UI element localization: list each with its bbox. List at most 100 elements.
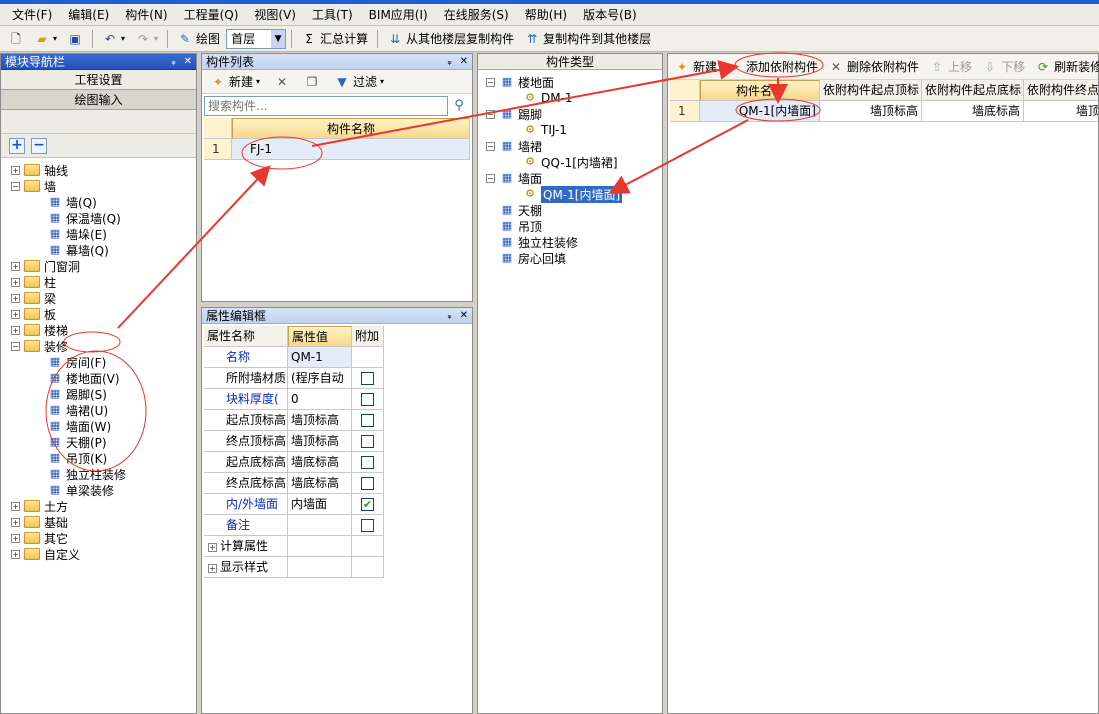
menu-online[interactable]: 在线服务(S)	[436, 5, 517, 25]
nav-tree-folder[interactable]: + 门窗洞	[11, 258, 80, 274]
open-button[interactable]: ▰ ▾	[30, 28, 61, 50]
menu-help[interactable]: 帮助(H)	[517, 5, 575, 25]
nav-tree-item[interactable]: ▦ 楼地面(V)	[47, 370, 120, 386]
attach-checkbox[interactable]	[361, 372, 374, 385]
type-tree-item[interactable]: ⚙ DM-1	[522, 90, 573, 106]
nav-tree-item[interactable]: ▦ 单梁装修	[47, 482, 114, 498]
move-down-button[interactable]: ⇩ 下移	[978, 56, 1029, 78]
nav-tree-item[interactable]: ▦ 踢脚(S)	[47, 386, 107, 402]
nav-tree-item[interactable]: ▦ 墙面(W)	[47, 418, 111, 434]
collapse-icon[interactable]: −	[486, 109, 495, 119]
floor-select[interactable]: 首层 ▼	[226, 28, 287, 49]
type-tree-group[interactable]: ▦ 天棚	[486, 202, 542, 218]
nav-tree-folder[interactable]: + 梁	[11, 290, 56, 306]
nav-tree-folder[interactable]: − 装修	[11, 338, 68, 354]
expand-icon[interactable]: +	[11, 501, 20, 511]
collapse-icon[interactable]: −	[486, 141, 495, 151]
property-value[interactable]: QM-1	[288, 347, 352, 368]
collapse-icon[interactable]: −	[11, 341, 20, 351]
menu-edit[interactable]: 编辑(E)	[60, 5, 117, 25]
property-value[interactable]: 墙顶标高	[288, 410, 352, 431]
property-value[interactable]: 内墙面	[288, 494, 352, 515]
nav-tree-item[interactable]: ▦ 墙裙(U)	[47, 402, 108, 418]
collapse-icon[interactable]: −	[486, 77, 495, 87]
collapse-icon[interactable]: −	[486, 173, 495, 183]
close-icon[interactable]: ✕	[184, 56, 192, 67]
attach-checkbox[interactable]	[361, 393, 374, 406]
attached-start-bottom-value[interactable]: 墙底标高	[922, 101, 1024, 122]
pin-icon[interactable]: ᵩ	[447, 56, 451, 67]
menu-file[interactable]: 文件(F)	[4, 5, 60, 25]
nav-tree-folder[interactable]: + 板	[11, 306, 56, 322]
close-icon[interactable]: ✕	[460, 56, 468, 67]
component-row-name[interactable]: FJ-1	[232, 139, 470, 160]
attach-checkbox[interactable]	[361, 414, 374, 427]
nav-tree-item[interactable]: ▦ 吊顶(K)	[47, 450, 107, 466]
attached-end-top-value[interactable]: 墙顶	[1024, 101, 1098, 122]
delete-component-button[interactable]: ✕	[270, 71, 294, 93]
save-button[interactable]: ▣	[63, 28, 87, 50]
expand-icon[interactable]: +	[11, 277, 20, 287]
attached-component-name[interactable]: QM-1[内墙面]	[700, 101, 820, 122]
property-value[interactable]: 0	[288, 389, 352, 410]
menu-version[interactable]: 版本号(B)	[575, 5, 645, 25]
expand-icon[interactable]: +	[11, 309, 20, 319]
nav-tree-item[interactable]: ▦ 保温墙(Q)	[47, 210, 121, 226]
type-tree-item[interactable]: ⚙ TIJ-1	[522, 122, 567, 138]
expand-icon[interactable]: +	[208, 564, 217, 573]
expand-icon[interactable]: +	[11, 517, 20, 527]
nav-tree-item[interactable]: ▦ 墙(Q)	[47, 194, 97, 210]
project-settings-button[interactable]: 工程设置	[1, 70, 196, 90]
refresh-decoration-button[interactable]: ⟳ 刷新装修图	[1031, 56, 1099, 78]
pin-icon[interactable]: ᵩ	[447, 310, 451, 321]
expand-all-button[interactable]: +	[9, 137, 25, 154]
menu-view[interactable]: 视图(V)	[246, 5, 304, 25]
type-tree-group[interactable]: − ▦ 踢脚	[486, 106, 542, 122]
property-value[interactable]: 墙底标高	[288, 452, 352, 473]
attach-checkbox[interactable]	[361, 477, 374, 490]
attach-checkbox[interactable]: ✔	[361, 498, 374, 511]
copy-component-button[interactable]: ❐	[300, 71, 324, 93]
copy-to-floor-button[interactable]: ⇈ 复制构件到其他楼层	[520, 28, 655, 50]
nav-tree-item[interactable]: ▦ 天棚(P)	[47, 434, 107, 450]
nav-tree-item[interactable]: ▦ 幕墙(Q)	[47, 242, 109, 258]
expand-icon[interactable]: +	[11, 261, 20, 271]
redo-button[interactable]: ↷ ▾	[131, 28, 162, 50]
attach-checkbox[interactable]	[361, 456, 374, 469]
type-tree-group[interactable]: − ▦ 墙面	[486, 170, 542, 186]
property-value[interactable]	[288, 515, 352, 536]
move-up-button[interactable]: ⇧ 上移	[925, 56, 976, 78]
nav-tree-folder[interactable]: − 墙	[11, 178, 56, 194]
nav-tree-folder[interactable]: + 其它	[11, 530, 68, 546]
add-attached-component-button[interactable]: ✦ 添加依附构件	[723, 56, 822, 78]
nav-tree-item[interactable]: ▦ 独立柱装修	[47, 466, 126, 482]
menu-quantity[interactable]: 工程量(Q)	[176, 5, 247, 25]
attach-checkbox[interactable]	[361, 435, 374, 448]
nav-tree-folder[interactable]: + 基础	[11, 514, 68, 530]
expand-icon[interactable]: +	[11, 293, 20, 303]
draw-button[interactable]: ✎ 绘图	[173, 28, 224, 50]
expand-icon[interactable]: +	[11, 549, 20, 559]
collapse-all-button[interactable]: −	[31, 137, 47, 154]
type-tree-group[interactable]: − ▦ 墙裙	[486, 138, 542, 154]
nav-tree-folder[interactable]: + 楼梯	[11, 322, 68, 338]
type-tree-item[interactable]: ⚙ QM-1[内墙面]	[522, 185, 623, 203]
menu-tools[interactable]: 工具(T)	[304, 5, 361, 25]
search-icon[interactable]: ⚲	[450, 97, 468, 115]
type-tree-group[interactable]: − ▦ 楼地面	[486, 74, 554, 90]
type-tree-item[interactable]: ⚙ QQ-1[内墙裙]	[522, 154, 618, 170]
attach-checkbox[interactable]	[361, 519, 374, 532]
nav-tree-folder[interactable]: + 土方	[11, 498, 68, 514]
new-file-button[interactable]: 🗋	[4, 28, 28, 50]
drawing-input-button[interactable]: 绘图输入	[1, 90, 196, 110]
nav-tree-folder[interactable]: + 轴线	[11, 162, 68, 178]
new-component-button[interactable]: ✦ 新建 ▾	[206, 71, 264, 93]
expand-icon[interactable]: +	[208, 543, 217, 552]
filter-button[interactable]: ▼ 过滤 ▾	[330, 71, 388, 93]
nav-tree-item[interactable]: ▦ 墙垛(E)	[47, 226, 107, 242]
type-tree-group[interactable]: ▦ 房心回填	[486, 250, 566, 266]
copy-from-floor-button[interactable]: ⇊ 从其他楼层复制构件	[383, 28, 518, 50]
type-tree-group[interactable]: ▦ 独立柱装修	[486, 234, 578, 250]
property-value[interactable]: 墙顶标高	[288, 431, 352, 452]
property-value[interactable]: (程序自动	[288, 368, 352, 389]
